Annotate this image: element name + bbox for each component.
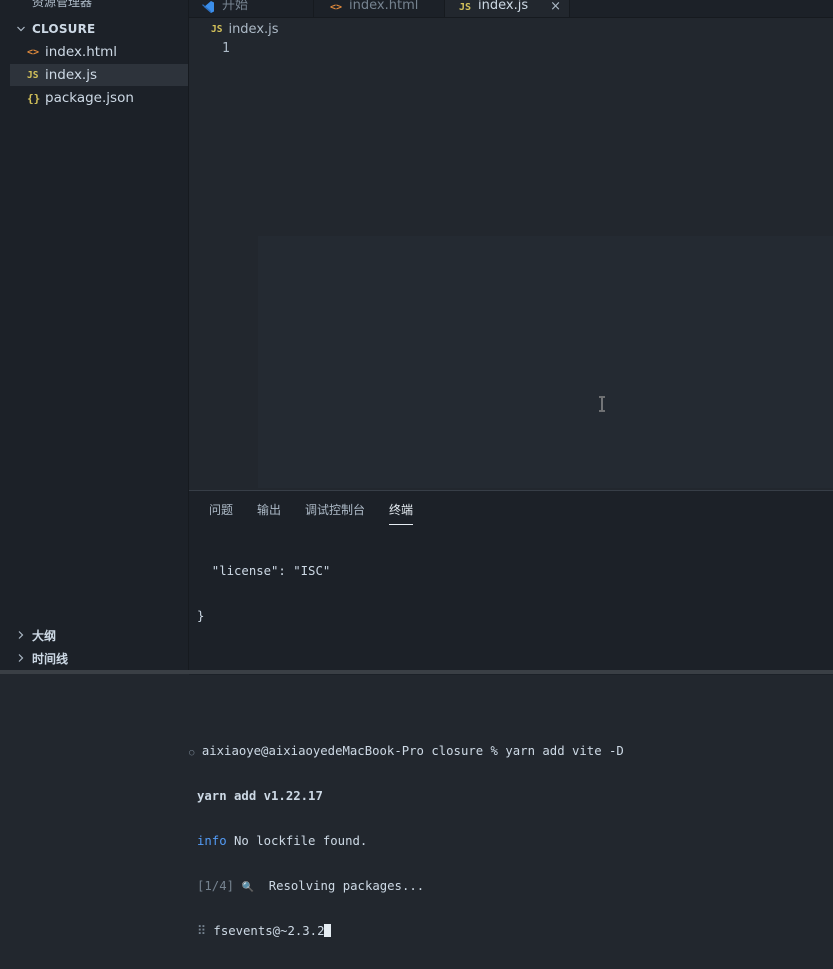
chevron-down-icon bbox=[17, 26, 25, 32]
terminal-line: yarn add v1.22.17 bbox=[197, 789, 624, 804]
file-label: index.html bbox=[45, 44, 117, 60]
terminal-cursor bbox=[324, 924, 332, 937]
line-number: 1 bbox=[222, 41, 230, 56]
vscode-icon bbox=[202, 1, 214, 13]
status-bar bbox=[0, 670, 833, 674]
terminal-text: Resolving packages... bbox=[253, 879, 425, 893]
more-actions-icon[interactable]: ··· bbox=[158, 0, 172, 6]
terminal-text: yarn add v1.22.17 bbox=[197, 789, 323, 803]
terminal-text: No lockfile found. bbox=[226, 834, 368, 848]
magnifier-icon: 🔍 bbox=[241, 882, 254, 893]
folder-label: CLOSURE bbox=[32, 22, 96, 36]
editor-area[interactable] bbox=[258, 236, 833, 488]
js-file-icon: JS bbox=[459, 2, 472, 13]
spinner-icon: ⠿ bbox=[197, 924, 207, 938]
tab-terminal[interactable]: 终端 bbox=[389, 501, 414, 525]
js-file-icon: JS bbox=[27, 69, 39, 81]
tab-label: index.js bbox=[478, 0, 529, 13]
file-index-html[interactable]: <> index.html bbox=[10, 41, 188, 63]
tab-problems[interactable]: 问题 bbox=[209, 501, 233, 525]
terminal-line: } bbox=[197, 609, 624, 624]
outline-label: 大纲 bbox=[32, 628, 57, 643]
tab-index-html[interactable]: <> index.html bbox=[314, 0, 445, 17]
terminal-line: "license": "ISC" bbox=[197, 564, 624, 579]
terminal-output[interactable]: "license": "ISC" } ○ aixiaoye@aixiaoyede… bbox=[189, 534, 624, 969]
close-icon[interactable]: × bbox=[550, 0, 561, 14]
tab-label: index.html bbox=[349, 0, 419, 13]
json-file-icon: {} bbox=[27, 91, 41, 105]
tab-debug-console[interactable]: 调试控制台 bbox=[305, 501, 365, 525]
breadcrumb[interactable]: JS index.js bbox=[211, 20, 279, 38]
text-cursor-icon bbox=[599, 396, 605, 412]
chevron-right-icon bbox=[18, 654, 24, 662]
terminal-text: fsevents@~2.3.2 bbox=[206, 924, 325, 938]
command-status-icon[interactable]: ○ bbox=[189, 748, 194, 758]
bottom-panel: 问题 输出 调试控制台 终端 "license": "ISC" } ○ aixi… bbox=[189, 490, 833, 938]
timeline-label: 时间线 bbox=[32, 651, 69, 666]
breadcrumb-file[interactable]: index.js bbox=[228, 22, 278, 37]
html-file-icon: <> bbox=[27, 46, 40, 58]
explorer-sidebar: 资源管理器 ··· CLOSURE <> index.html JS index… bbox=[0, 0, 189, 674]
terminal-text: "license": "ISC" bbox=[197, 564, 331, 578]
js-file-icon: JS bbox=[211, 23, 223, 35]
terminal-line: ⠿ fsevents@~2.3.2 bbox=[197, 924, 624, 939]
terminal-command: aixiaoye@aixiaoyedeMacBook-Pro closure %… bbox=[201, 744, 624, 758]
html-file-icon: <> bbox=[330, 2, 343, 13]
tab-output[interactable]: 输出 bbox=[257, 501, 281, 525]
editor-tab-bar: 开始 <> index.html JS index.js × bbox=[189, 0, 833, 18]
file-label: package.json bbox=[45, 90, 134, 106]
step-counter: [1/4] bbox=[197, 879, 235, 893]
file-label: index.js bbox=[45, 67, 98, 83]
timeline-section[interactable]: 时间线 bbox=[0, 647, 188, 669]
explorer-title: 资源管理器 bbox=[32, 0, 93, 9]
terminal-prompt-line: ○ aixiaoye@aixiaoyedeMacBook-Pro closure… bbox=[189, 744, 624, 759]
outline-section[interactable]: 大纲 bbox=[0, 624, 188, 646]
tab-welcome[interactable]: 开始 bbox=[189, 0, 314, 17]
terminal-text: } bbox=[197, 609, 205, 623]
file-package-json[interactable]: {} package.json bbox=[10, 87, 188, 109]
terminal-line: [1/4] 🔍 Resolving packages... bbox=[197, 879, 624, 894]
tab-index-js[interactable]: JS index.js × bbox=[445, 0, 570, 17]
terminal-line: info No lockfile found. bbox=[197, 834, 624, 849]
file-index-js[interactable]: JS index.js bbox=[10, 64, 188, 86]
folder-closure[interactable]: CLOSURE bbox=[0, 19, 188, 39]
panel-tabs: 问题 输出 调试控制台 终端 bbox=[209, 501, 437, 525]
info-label: info bbox=[197, 834, 227, 848]
tab-label: 开始 bbox=[222, 0, 249, 13]
chevron-right-icon bbox=[18, 631, 24, 639]
